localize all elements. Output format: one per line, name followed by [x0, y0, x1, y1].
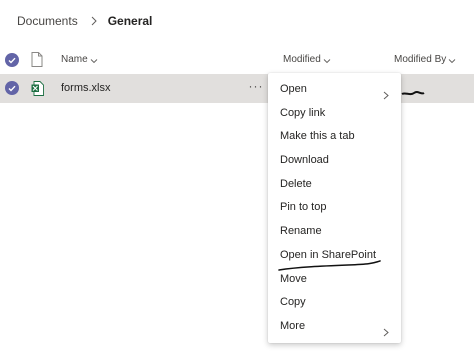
menu-item-more[interactable]: More — [268, 315, 401, 339]
file-type-icon — [31, 52, 43, 70]
breadcrumb: Documents General — [17, 12, 152, 30]
breadcrumb-documents[interactable]: Documents — [17, 14, 78, 28]
file-list-header: Name Modified Modified By — [0, 47, 474, 73]
chevron-right-icon — [87, 14, 101, 28]
annotation-underline — [278, 259, 382, 278]
breadcrumb-general: General — [107, 14, 153, 28]
select-all-checkbox[interactable] — [5, 53, 19, 67]
menu-item-label: Make this a tab — [280, 130, 355, 143]
menu-item-label: Pin to top — [280, 201, 327, 214]
file-name[interactable]: forms.xlsx — [61, 82, 111, 94]
column-modified-by-label: Modified By — [394, 54, 447, 65]
menu-item-pin-to-top[interactable]: Pin to top — [268, 196, 401, 220]
column-name-label: Name — [61, 54, 88, 65]
menu-item-rename[interactable]: Rename — [268, 220, 401, 244]
file-row[interactable]: forms.xlsx ··· — [0, 74, 474, 103]
chevron-right-icon — [383, 323, 389, 347]
column-name[interactable]: Name — [61, 54, 98, 65]
checkmark-icon — [5, 81, 19, 95]
menu-item-copy-link[interactable]: Copy link — [268, 102, 401, 126]
redacted-scribble — [401, 84, 425, 102]
chevron-down-icon — [323, 56, 331, 64]
menu-item-download[interactable]: Download — [268, 149, 401, 173]
menu-item-label: Rename — [280, 225, 322, 238]
menu-item-delete[interactable]: Delete — [268, 173, 401, 197]
chevron-down-icon — [90, 56, 98, 64]
menu-item-label: Copy link — [280, 106, 326, 119]
menu-item-label: More — [280, 319, 306, 332]
checkmark-icon — [5, 53, 19, 67]
column-modified-label: Modified — [283, 54, 321, 65]
chevron-down-icon — [448, 56, 456, 64]
excel-file-icon — [31, 81, 44, 101]
menu-item-label: Open — [280, 83, 307, 95]
context-menu: Open Copy link Make this a tab Download … — [268, 73, 401, 343]
menu-item-open[interactable]: Open — [268, 78, 401, 102]
column-modified[interactable]: Modified — [283, 54, 331, 65]
more-options-icon[interactable]: ··· — [247, 79, 265, 95]
menu-item-label: Copy — [280, 296, 306, 309]
menu-item-copy[interactable]: Copy — [268, 291, 401, 315]
column-modified-by[interactable]: Modified By — [394, 54, 456, 65]
files-page: Documents General Name Modified Modified… — [0, 0, 474, 355]
menu-item-make-tab[interactable]: Make this a tab — [268, 125, 401, 149]
menu-item-label: Delete — [280, 177, 312, 190]
row-checkbox[interactable] — [5, 81, 19, 95]
menu-item-label: Download — [280, 154, 329, 167]
